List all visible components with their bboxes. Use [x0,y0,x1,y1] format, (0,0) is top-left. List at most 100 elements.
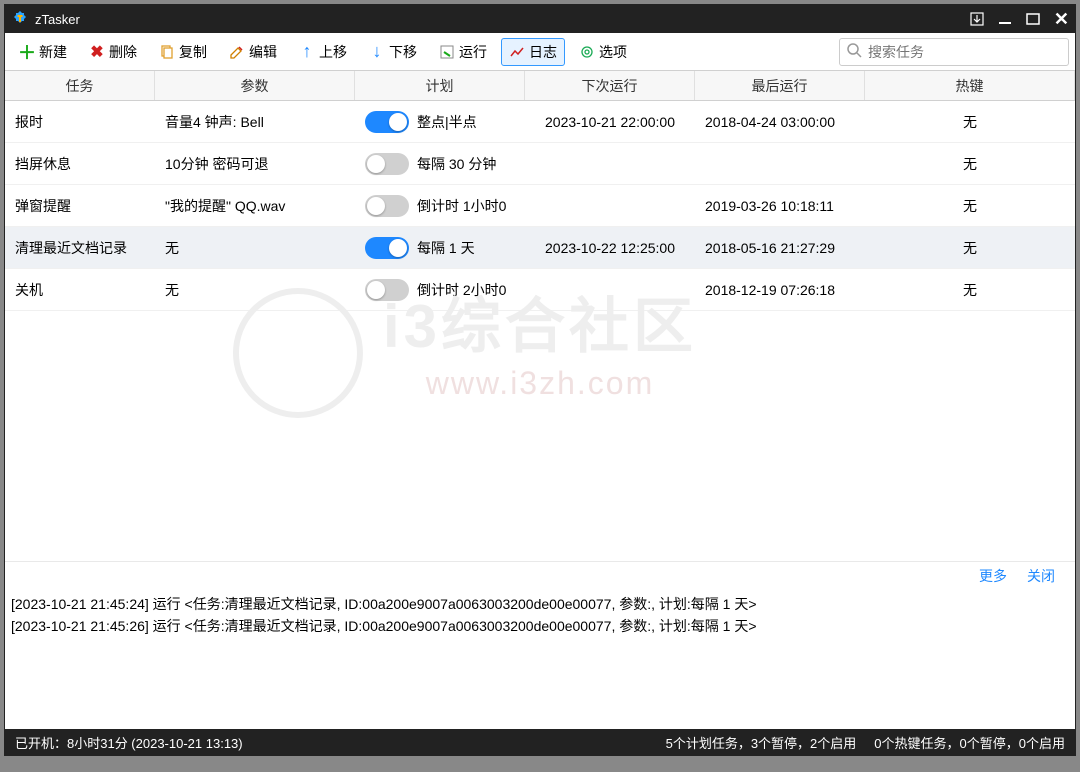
cell-task: 清理最近文档记录 [5,238,155,258]
log-line: [2023-10-21 21:45:26] 运行 <任务:清理最近文档记录, I… [11,615,1069,637]
cell-task: 报时 [5,112,155,132]
status-uptime: 已开机：8小时31分 (2023-10-21 13:13) [15,733,243,752]
enable-toggle[interactable] [365,153,409,175]
options-label: 选项 [599,42,627,62]
app-title: zTasker [35,12,80,27]
search-box[interactable] [839,38,1069,66]
table-body: i3综合社区 www.i3zh.com 报时音量4 钟声: Bell整点|半点2… [5,101,1075,561]
enable-toggle[interactable] [365,237,409,259]
app-window: zTasker ✕ ＋新建 ✖删除 复制 编辑 ↑上移 ↓下移 运行 日志 选项… [4,4,1076,756]
cell-hotkey: 无 [865,112,1075,132]
cell-next: 2023-10-21 22:00:00 [525,114,695,130]
copy-icon [159,44,175,60]
app-icon [11,10,29,28]
table-row[interactable]: 挡屏休息10分钟 密码可退 每隔 30 分钟 无 [5,143,1075,185]
cell-schedule: 每隔 1 天 [355,237,525,259]
col-last[interactable]: 最后运行 [695,71,865,100]
status-plan: 5个计划任务，3个暂停，2个启用 [666,733,857,752]
status-bar: 已开机：8小时31分 (2023-10-21 13:13) 5个计划任务，3个暂… [5,729,1075,755]
cell-last: 2018-12-19 07:26:18 [695,282,865,298]
down-label: 下移 [389,42,417,62]
table-row[interactable]: 报时音量4 钟声: Bell 整点|半点 2023-10-21 22:00:0020… [5,101,1075,143]
options-button[interactable]: 选项 [571,38,635,66]
pencil-icon [229,44,245,60]
run-label: 运行 [459,42,487,62]
new-label: 新建 [39,42,67,62]
cell-schedule: 倒计时 2小时0 [355,279,525,301]
up-label: 上移 [319,42,347,62]
edit-label: 编辑 [249,42,277,62]
table-row[interactable]: 清理最近文档记录无每隔 1 天2023-10-22 12:25:002018-0… [5,227,1075,269]
cell-hotkey: 无 [865,196,1075,216]
delete-label: 删除 [109,42,137,62]
cell-schedule: 每隔 30 分钟 [355,153,525,175]
copy-label: 复制 [179,42,207,62]
run-button[interactable]: 运行 [431,38,495,66]
cell-schedule: 整点|半点 [355,111,525,133]
window-controls: ✕ [970,9,1069,30]
arrow-down-icon: ↓ [369,44,385,60]
cell-params: 无 [155,280,355,300]
cell-task: 挡屏休息 [5,154,155,174]
close-icon[interactable]: ✕ [1054,9,1069,30]
col-task[interactable]: 任务 [5,71,155,100]
maximize-icon[interactable] [1026,12,1040,26]
cell-params: 10分钟 密码可退 [155,154,355,174]
table-header: 任务 参数 计划 下次运行 最后运行 热键 [5,71,1075,101]
status-hotkey: 0个热键任务，0个暂停，0个启用 [874,733,1065,752]
delete-button[interactable]: ✖删除 [81,38,145,66]
col-params[interactable]: 参数 [155,71,355,100]
chart-icon [509,44,525,60]
schedule-text: 倒计时 1小时0 [417,196,506,216]
gear-icon [579,44,595,60]
cell-hotkey: 无 [865,280,1075,300]
x-icon: ✖ [89,44,105,60]
tray-icon[interactable] [970,12,984,26]
schedule-text: 每隔 30 分钟 [417,154,496,174]
cell-task: 弹窗提醒 [5,196,155,216]
log-area: [2023-10-21 21:45:24] 运行 <任务:清理最近文档记录, I… [5,589,1075,729]
col-hotkey[interactable]: 热键 [865,71,1075,100]
cell-last: 2018-05-16 21:27:29 [695,240,865,256]
col-next[interactable]: 下次运行 [525,71,695,100]
title-bar: zTasker ✕ [5,5,1075,33]
search-icon [846,42,862,61]
cell-last: 2019-03-26 10:18:11 [695,198,865,214]
cell-last: 2018-04-24 03:00:00 [695,114,865,130]
log-button[interactable]: 日志 [501,38,565,66]
log-line: [2023-10-21 21:45:24] 运行 <任务:清理最近文档记录, I… [11,593,1069,615]
cell-task: 关机 [5,280,155,300]
col-schedule[interactable]: 计划 [355,71,525,100]
plus-icon: ＋ [19,44,35,60]
enable-toggle[interactable] [365,195,409,217]
copy-button[interactable]: 复制 [151,38,215,66]
search-input[interactable] [868,44,1062,60]
enable-toggle[interactable] [365,111,409,133]
table-row[interactable]: 关机无倒计时 2小时02018-12-19 07:26:18无 [5,269,1075,311]
cell-params: 音量4 钟声: Bell [155,112,355,132]
enable-toggle[interactable] [365,279,409,301]
cell-next: 2023-10-22 12:25:00 [525,240,695,256]
log-more-link[interactable]: 更多 [979,566,1007,586]
cell-params: "我的提醒" QQ.wav [155,196,355,216]
play-icon [439,44,455,60]
new-button[interactable]: ＋新建 [11,38,75,66]
toolbar: ＋新建 ✖删除 复制 编辑 ↑上移 ↓下移 运行 日志 选项 [5,33,1075,71]
move-down-button[interactable]: ↓下移 [361,38,425,66]
table-row[interactable]: 弹窗提醒"我的提醒" QQ.wav 倒计时 1小时0 2019-03-26 10:1… [5,185,1075,227]
log-toolbar: 更多 关闭 [5,561,1075,589]
move-up-button[interactable]: ↑上移 [291,38,355,66]
cell-hotkey: 无 [865,154,1075,174]
schedule-text: 整点|半点 [417,112,477,132]
schedule-text: 每隔 1 天 [417,238,475,258]
edit-button[interactable]: 编辑 [221,38,285,66]
log-close-link[interactable]: 关闭 [1027,566,1055,586]
schedule-text: 倒计时 2小时0 [417,280,506,300]
arrow-up-icon: ↑ [299,44,315,60]
cell-hotkey: 无 [865,238,1075,258]
log-label: 日志 [529,42,557,62]
watermark-url: www.i3zh.com [383,365,697,402]
cell-schedule: 倒计时 1小时0 [355,195,525,217]
minimize-icon[interactable] [998,12,1012,26]
cell-params: 无 [155,238,355,258]
